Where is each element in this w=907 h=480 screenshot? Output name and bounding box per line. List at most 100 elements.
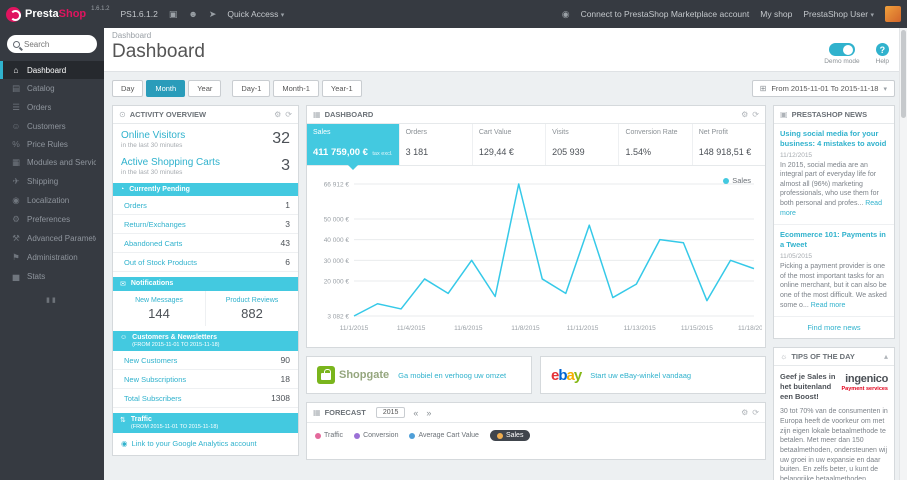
active-carts-stat[interactable]: Active Shopping Carts in the last 30 min…	[113, 151, 298, 178]
kpi-visits[interactable]: Visits 205 939	[546, 124, 620, 165]
chart-legend-sales[interactable]: Sales	[723, 176, 751, 185]
abandoned-carts-row[interactable]: Abandoned Carts 43	[113, 234, 298, 253]
shopgate-link[interactable]: Ga mobiel en verhoog uw omzet	[398, 371, 506, 380]
sidebar-menu: ⌂ Dashboard ▤ Catalog ☰ Orders ☺ Customers %…	[0, 61, 104, 286]
date-range-picker[interactable]: ⊞ From 2015-11-01 To 2015-11-18 ▾	[751, 80, 895, 97]
prestashop-admin-window: PrestaShop 1.6.1.2 PS1.6.1.2 ▣ ☻ ➤ Quick…	[0, 0, 907, 480]
sidebar-item-customers[interactable]: ☺ Customers	[0, 117, 104, 135]
sidebar-search[interactable]	[7, 35, 97, 53]
shopgate-bag-icon	[317, 366, 335, 384]
tab-month-1[interactable]: Month-1	[273, 80, 319, 97]
tab-year-1[interactable]: Year-1	[321, 80, 362, 97]
section-subtitle: (FROM 2015-11-01 TO 2015-11-18)	[130, 424, 219, 430]
kpi-net-profit[interactable]: Net Profit 148 918,51 €	[693, 124, 765, 165]
news-excerpt: Picking a payment provider is one of the…	[780, 262, 887, 309]
customers-newsletters-header: ☺ Customers & Newsletters (FROM 2015-11-0…	[113, 331, 298, 351]
help-icon[interactable]: ?	[875, 43, 889, 56]
tips-body: Geef je Sales in het buitenland een Boos…	[774, 366, 894, 480]
out-of-stock-row[interactable]: Out of Stock Products 6	[113, 253, 298, 272]
refresh-icon[interactable]: ⟳	[285, 110, 292, 119]
sidebar-item-advanced-parameters[interactable]: ⚒ Advanced Parameters	[0, 229, 104, 248]
sidebar-item-orders[interactable]: ☰ Orders	[0, 98, 104, 117]
sidebar-item-modules[interactable]: ▦ Modules and Services	[0, 153, 104, 172]
legend-sales[interactable]: Sales	[489, 430, 531, 441]
sidebar-item-label: Catalog	[27, 84, 55, 93]
kpi-orders[interactable]: Orders 3 181	[400, 124, 473, 165]
gear-icon[interactable]: ⚙	[741, 110, 748, 119]
total-subscribers-row[interactable]: Total Subscribers 1308	[113, 389, 298, 408]
refresh-icon[interactable]: ⟳	[752, 408, 759, 417]
launch-icon[interactable]: ➤	[209, 9, 217, 20]
sidebar-item-price-rules[interactable]: % Price Rules	[0, 135, 104, 153]
brand-name: PrestaShop	[25, 7, 87, 20]
tab-month[interactable]: Month	[146, 80, 186, 97]
marketplace-link[interactable]: Connect to PrestaShop Marketplace accoun…	[581, 9, 750, 19]
pending-returns-row[interactable]: Return/Exchanges 3	[113, 215, 298, 234]
sidebar-item-shipping[interactable]: ✈ Shipping	[0, 172, 104, 191]
refresh-icon[interactable]: ⟳	[752, 110, 759, 119]
news-title-link[interactable]: Ecommerce 101: Payments in a Tweet	[780, 230, 888, 250]
person-icon[interactable]: ☻	[188, 9, 197, 19]
legend-dot-icon	[496, 432, 503, 439]
svg-text:11/11/2015: 11/11/2015	[567, 325, 599, 332]
read-more-link[interactable]: Read more	[811, 302, 846, 309]
dashboard-column: ▦ DASHBOARD ⚙ ⟳ Sales 411 759,00 € tax e…	[306, 105, 770, 460]
vertical-scrollbar[interactable]	[899, 28, 907, 480]
scrollbar-thumb[interactable]	[901, 30, 906, 118]
new-customers-row[interactable]: New Customers 90	[113, 351, 298, 370]
sidebar-item-label: Modules and Services	[27, 158, 96, 167]
forecast-legend: Traffic Conversion Average Cart Value Sa…	[307, 423, 765, 448]
pending-orders-row[interactable]: Orders 1	[113, 196, 298, 215]
kpi-sales[interactable]: Sales 411 759,00 € tax excl.	[307, 124, 400, 170]
sidebar-item-administration[interactable]: ⚑ Administration	[0, 248, 104, 267]
prev-year-button[interactable]: «	[413, 408, 418, 418]
sidebar-item-dashboard[interactable]: ⌂ Dashboard	[0, 61, 104, 79]
legend-conversion[interactable]: Conversion	[354, 432, 398, 439]
prestashop-logo[interactable]: PrestaShop 1.6.1.2	[6, 6, 110, 23]
find-more-news-link[interactable]: Find more news	[774, 317, 894, 338]
gear-icon[interactable]: ⚙	[274, 110, 281, 119]
news-title-link[interactable]: Using social media for your business: 4 …	[780, 129, 888, 149]
ebay-module: ebay Start uw eBay-winkel vandaag	[540, 356, 766, 394]
new-subscriptions-row[interactable]: New Subscriptions 18	[113, 370, 298, 389]
gear-icon[interactable]: ⚙	[741, 408, 748, 417]
online-visitors-stat[interactable]: Online Visitors in the last 30 minutes 3…	[113, 124, 298, 151]
tab-year[interactable]: Year	[188, 80, 222, 97]
panel-title: TIPS OF THE DAY	[791, 352, 855, 362]
shop-name-menu[interactable]: PS1.6.1.2	[121, 9, 158, 19]
legend-traffic[interactable]: Traffic	[315, 432, 343, 439]
sidebar-item-stats[interactable]: ▅ Stats	[0, 267, 104, 286]
new-messages-cell[interactable]: New Messages 144	[113, 291, 206, 326]
breadcrumb[interactable]: Dashboard	[112, 31, 897, 40]
sidebar-item-label: Administration	[27, 253, 78, 262]
legend-average-cart-value[interactable]: Average Cart Value	[409, 432, 479, 439]
search-input[interactable]	[24, 39, 86, 49]
my-shop-link[interactable]: My shop	[760, 9, 792, 19]
kpi-conversion-rate[interactable]: Conversion Rate 1.54%	[619, 124, 693, 165]
google-analytics-link[interactable]: ◉ Link to your Google Analytics account	[113, 433, 298, 455]
kpi-cart-value[interactable]: Cart Value 129,44 €	[473, 124, 547, 165]
advanced-parameters-icon: ⚒	[12, 233, 20, 243]
cart-icon[interactable]: ▣	[169, 9, 178, 20]
collapse-menu-button[interactable]: ▮▮	[0, 296, 104, 304]
calendar-icon: ⊞	[759, 84, 767, 93]
news-date: 11/12/2015	[780, 151, 813, 159]
next-year-button[interactable]: »	[426, 408, 431, 418]
ebay-link[interactable]: Start uw eBay-winkel vandaag	[590, 371, 691, 380]
quick-access-menu[interactable]: Quick Access ▾	[227, 9, 284, 19]
sidebar-item-preferences[interactable]: ⚙ Preferences	[0, 210, 104, 229]
sidebar-item-label: Shipping	[27, 177, 59, 186]
activity-overview-panel: ⊙ ACTIVITY OVERVIEW ⚙ ⟳ Online Visitors …	[112, 105, 299, 456]
product-reviews-cell[interactable]: Product Reviews 882	[206, 291, 298, 326]
forecast-year-select[interactable]: 2015	[375, 407, 406, 418]
sidebar-item-localization[interactable]: ◉ Localization	[0, 191, 104, 210]
sidebar-item-catalog[interactable]: ▤ Catalog	[0, 79, 104, 98]
tab-day[interactable]: Day	[112, 80, 144, 97]
demo-mode-toggle[interactable]	[828, 43, 855, 56]
tips-icon: ☼	[780, 352, 788, 362]
chevron-up-icon[interactable]: ▴	[884, 352, 888, 361]
user-menu[interactable]: PrestaShop User ▾	[803, 9, 874, 19]
prestashop-news-panel: ▣ PRESTASHOP NEWS Using social media for…	[773, 105, 895, 340]
user-avatar[interactable]	[885, 6, 901, 22]
tab-day-1[interactable]: Day-1	[232, 80, 271, 97]
